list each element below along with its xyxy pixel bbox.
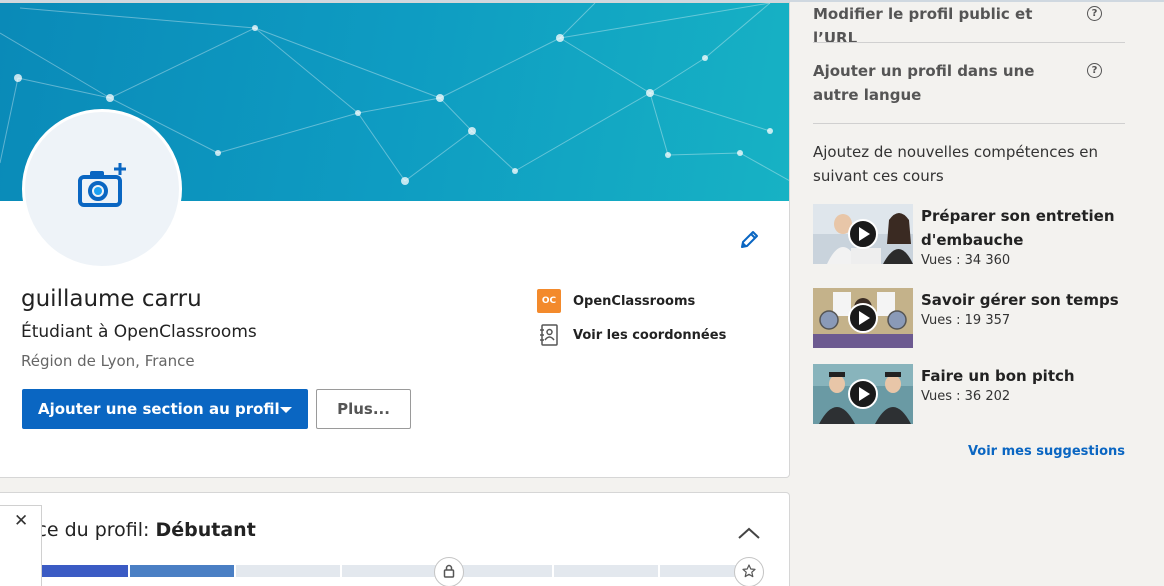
- address-book-icon: [537, 323, 561, 347]
- add-profile-section-label: Ajouter une section au profil: [38, 400, 280, 418]
- profile-name: guillaume carru: [21, 286, 202, 312]
- contact-info-label: Voir les coordonnées: [573, 327, 727, 343]
- profile-photo-placeholder[interactable]: [22, 109, 182, 269]
- progress-segment-1: [40, 565, 128, 577]
- chevron-up-icon: [736, 527, 762, 547]
- profile-strength-card: rce du profil: Débutant: [0, 492, 790, 586]
- progress-segment-7: [660, 565, 740, 577]
- course-views: Vues : 36 202: [921, 389, 1011, 404]
- profile-card: guillaume carru Étudiant à OpenClassroom…: [0, 2, 790, 478]
- progress-segment-3: [236, 565, 340, 577]
- play-icon: [848, 303, 878, 333]
- pencil-icon: [738, 229, 760, 255]
- edit-profile-button[interactable]: [736, 229, 762, 255]
- star-icon: [742, 563, 756, 582]
- camera-add-icon: [76, 163, 128, 215]
- company-link[interactable]: OC OpenClassrooms: [537, 289, 695, 313]
- courses-intro: Ajoutez de nouvelles compétences en suiv…: [813, 143, 1099, 185]
- contact-info-link[interactable]: Voir les coordonnées: [537, 323, 726, 347]
- rail-divider: [813, 123, 1125, 124]
- company-name: OpenClassrooms: [573, 293, 696, 309]
- profile-headline: Étudiant à OpenClassrooms: [21, 322, 257, 342]
- course-title: Préparer son entretien d'embauche: [921, 207, 1115, 249]
- help-icon[interactable]: ?: [1087, 6, 1102, 21]
- play-icon: [848, 379, 878, 409]
- help-icon[interactable]: ?: [1087, 63, 1102, 78]
- play-icon: [848, 219, 878, 249]
- progress-segment-4: [342, 565, 446, 577]
- more-button[interactable]: Plus...: [316, 389, 411, 429]
- progress-segment-6: [554, 565, 658, 577]
- caret-down-icon: [280, 407, 292, 413]
- course-title: Savoir gérer son temps: [921, 291, 1119, 309]
- rail-divider: [813, 42, 1125, 43]
- close-panel: ✕: [0, 505, 42, 586]
- course-views: Vues : 19 357: [921, 313, 1011, 328]
- milestone-locked: [434, 557, 464, 586]
- course-views: Vues : 34 360: [921, 253, 1011, 268]
- close-icon[interactable]: ✕: [14, 511, 28, 531]
- profile-location: Région de Lyon, France: [21, 352, 195, 370]
- progress-segment-2: [130, 565, 234, 577]
- see-suggestions-link[interactable]: Voir mes suggestions: [968, 444, 1125, 459]
- add-language-profile-link[interactable]: Ajouter un profil dans une autre langue: [813, 59, 1073, 107]
- profile-strength-title: rce du profil: Débutant: [29, 519, 256, 541]
- course-item[interactable]: Savoir gérer son temps Vues : 19 357: [813, 288, 1125, 348]
- milestone-star: [734, 557, 764, 586]
- openclassrooms-logo: OC: [537, 289, 561, 313]
- collapse-button[interactable]: [736, 523, 762, 543]
- course-thumbnail: [813, 204, 913, 264]
- course-item[interactable]: Préparer son entretien d'embauche Vues :…: [813, 204, 1125, 268]
- profile-strength-level: Débutant: [155, 519, 256, 541]
- add-profile-section-button[interactable]: Ajouter une section au profil: [22, 389, 308, 429]
- course-thumbnail: [813, 364, 913, 424]
- lock-icon: [443, 563, 455, 582]
- course-item[interactable]: Faire un bon pitch Vues : 36 202: [813, 364, 1125, 424]
- course-thumbnail: [813, 288, 913, 348]
- course-title: Faire un bon pitch: [921, 367, 1075, 385]
- profile-strength-label: rce du profil:: [29, 519, 156, 541]
